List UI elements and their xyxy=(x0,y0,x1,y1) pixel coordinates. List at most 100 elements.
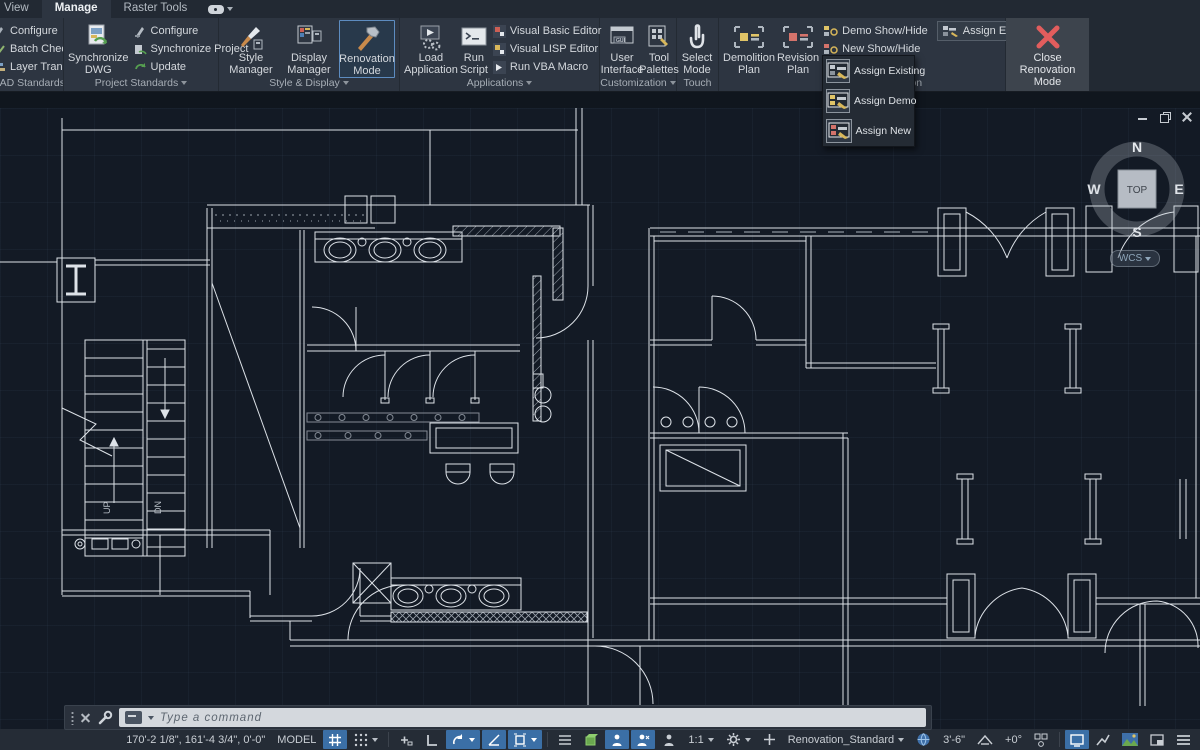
viewcube-north[interactable]: N xyxy=(1132,139,1142,155)
snap-grid-icon xyxy=(354,733,368,747)
close-command-line-icon[interactable] xyxy=(81,713,91,723)
viewcube-south[interactable]: S xyxy=(1132,224,1141,240)
viewcube[interactable]: TOP N S W E xyxy=(1078,132,1198,252)
elevation-value[interactable]: 3'-6" xyxy=(938,730,970,749)
panel-caret-icon[interactable] xyxy=(181,81,187,85)
chevron-down-icon xyxy=(708,738,714,742)
style-manager-button[interactable]: Style Manager xyxy=(223,20,279,76)
select-mode-button[interactable]: Select Mode xyxy=(681,20,713,76)
close-renovation-mode-button[interactable]: Close Renovation Mode xyxy=(1010,20,1085,88)
layers-icon xyxy=(0,61,6,74)
synchronize-dwg-icon xyxy=(85,24,111,50)
panel-caret-icon[interactable] xyxy=(343,81,349,85)
ribbon-gap xyxy=(0,92,1200,108)
revision-plan-button[interactable]: Revision Plan xyxy=(777,20,819,76)
separator xyxy=(1059,732,1060,747)
customization-menu-button[interactable] xyxy=(1171,730,1196,749)
rotation-value[interactable]: +0° xyxy=(1000,730,1027,749)
ortho-mode-toggle[interactable] xyxy=(420,730,444,749)
configure-standards-button[interactable]: Configure xyxy=(0,22,64,40)
visual-lisp-editor-button[interactable]: Visual LISP Editor xyxy=(490,40,605,58)
user-interface-button[interactable]: GUI User Interface xyxy=(604,20,640,76)
viewcube-west[interactable]: W xyxy=(1087,181,1101,197)
panel-caret-icon[interactable] xyxy=(526,81,532,85)
renovation-mode-button[interactable]: Renovation Mode xyxy=(339,20,395,78)
separator xyxy=(388,732,389,747)
run-vba-macro-button[interactable]: Run VBA Macro xyxy=(490,58,605,76)
run-script-button[interactable]: Run Script xyxy=(460,20,488,76)
menu-item-assign-demo[interactable]: Assign Demo xyxy=(823,86,914,116)
touch-hand-icon xyxy=(686,24,708,50)
restore-icon[interactable] xyxy=(1160,112,1170,122)
drag-handle-icon[interactable] xyxy=(70,711,75,725)
lineweight-toggle[interactable] xyxy=(553,730,577,749)
panel-close-renovation: Close Renovation Mode xyxy=(1006,18,1090,91)
panel-touch: Select Mode Touch xyxy=(677,18,719,91)
run-script-icon xyxy=(460,25,488,49)
load-application-button[interactable]: Load Application xyxy=(404,20,458,76)
elevation-icon xyxy=(977,733,993,746)
command-input[interactable]: Type a command xyxy=(119,708,926,727)
object-snap-toggle[interactable] xyxy=(508,730,542,749)
layer-translator-button[interactable]: Layer Translator xyxy=(0,58,64,76)
wrench-icon[interactable] xyxy=(97,710,113,726)
menu-item-assign-new[interactable]: Assign New xyxy=(823,116,914,146)
demo-show-hide-button[interactable]: Demo Show/Hide xyxy=(821,22,931,40)
renovation-standard-select[interactable]: Renovation_Standard xyxy=(783,730,909,749)
site-bottom-walls xyxy=(290,585,1200,706)
geolocation-button[interactable] xyxy=(911,730,936,749)
dynamic-input-icon xyxy=(399,733,413,747)
hardware-acceleration-toggle[interactable] xyxy=(1065,730,1089,749)
grid-display-toggle[interactable] xyxy=(323,730,347,749)
annotation-scale-select[interactable]: 1:1 xyxy=(683,730,718,749)
assign-existing-icon xyxy=(826,59,850,83)
elevation-button[interactable] xyxy=(972,730,998,749)
drawing-viewport[interactable]: UP DN xyxy=(0,108,1200,729)
annotation-scale-person[interactable] xyxy=(657,730,681,749)
tab-manage[interactable]: Manage xyxy=(42,0,111,18)
workspace-switching[interactable] xyxy=(721,730,756,749)
tab-raster-tools[interactable]: Raster Tools xyxy=(111,0,201,18)
display-manager-button[interactable]: Display Manager xyxy=(281,20,337,76)
object-snap-tracking-toggle[interactable] xyxy=(482,730,506,749)
plus-icon xyxy=(763,733,776,746)
menu-item-assign-existing[interactable]: Assign Existing xyxy=(823,56,914,86)
separator xyxy=(547,732,548,747)
assign-dropdown-menu: Assign Existing Assign Demo Assign New xyxy=(822,55,915,147)
coordinates-display[interactable]: 170'-2 1/8", 161'-4 3/4", 0'-0" xyxy=(121,730,270,749)
annotation-autoscale-toggle[interactable] xyxy=(631,730,655,749)
viewcube-east[interactable]: E xyxy=(1174,181,1183,197)
recent-commands-icon[interactable] xyxy=(125,711,142,724)
close-icon[interactable] xyxy=(1182,112,1192,122)
tool-palettes-button[interactable]: Tool Palettes xyxy=(642,20,676,76)
graphics-performance-button[interactable] xyxy=(1117,730,1143,749)
model-space-button[interactable]: MODEL xyxy=(272,730,321,749)
demolition-plan-button[interactable]: Demolition Plan xyxy=(723,20,775,76)
upper-bathroom xyxy=(307,226,563,422)
drawing-units-button[interactable] xyxy=(1029,730,1054,749)
batch-checker-button[interactable]: Batch Checker xyxy=(0,40,64,58)
panel-caret-icon[interactable] xyxy=(670,81,676,85)
load-application-icon xyxy=(417,23,445,51)
minimize-icon[interactable] xyxy=(1138,112,1148,122)
dynamic-input-toggle[interactable] xyxy=(394,730,418,749)
ribbon: Configure Batch Checker Layer Translator… xyxy=(0,18,1200,92)
snap-mode-toggle[interactable] xyxy=(349,730,383,749)
tab-view[interactable]: View xyxy=(0,0,42,18)
visual-basic-editor-button[interactable]: Visual Basic Editor xyxy=(490,22,605,40)
wcs-dropdown[interactable]: WCS xyxy=(1110,250,1160,267)
polar-tracking-toggle[interactable] xyxy=(446,730,480,749)
add-cleanup-plus[interactable] xyxy=(758,730,781,749)
dynamic-ucs-toggle[interactable] xyxy=(579,730,603,749)
chevron-down-icon xyxy=(227,7,233,11)
command-placeholder: Type a command xyxy=(160,712,262,724)
annotation-visibility-toggle[interactable] xyxy=(605,730,629,749)
polar-tracking-icon xyxy=(451,733,465,747)
lineweight-icon xyxy=(558,734,572,746)
ribbon-display-toggle[interactable] xyxy=(200,0,241,18)
clean-screen-button[interactable] xyxy=(1145,730,1169,749)
drawing-window-controls xyxy=(1138,112,1192,122)
synchronize-dwg-button[interactable]: Synchronize DWG xyxy=(68,20,129,76)
performance-analyzer-button[interactable] xyxy=(1091,730,1115,749)
chevron-down-icon xyxy=(469,738,475,742)
